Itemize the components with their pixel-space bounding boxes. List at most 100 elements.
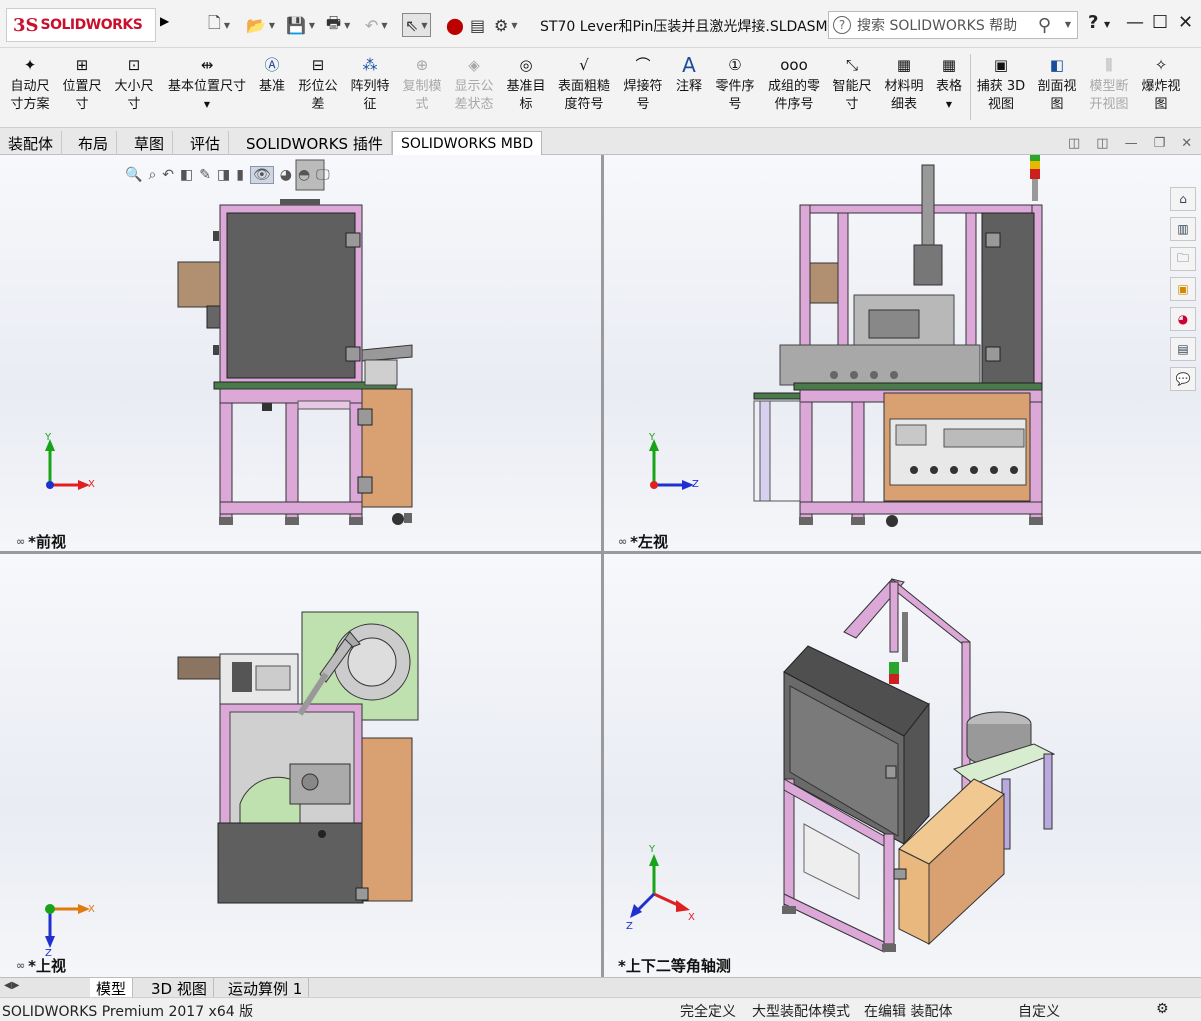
next-icon[interactable]: ◫ — [1096, 136, 1108, 151]
help-dropdown-icon[interactable]: ▼ — [1104, 20, 1110, 29]
viewport-trimetric[interactable]: Y X Z *上下二等角轴测 — [604, 554, 1201, 977]
minimize-window-icon[interactable]: — — [1126, 12, 1144, 33]
minimize-doc-icon[interactable]: — — [1125, 136, 1138, 151]
pattern-feature-button[interactable]: ⁂ 阵列特 征 — [346, 54, 394, 114]
document-title: ST70 Lever和Pin压装并且激光焊接.SLDASM * — [540, 19, 840, 35]
apply-scene-icon[interactable]: ◓ — [298, 167, 310, 183]
display-style-icon[interactable]: ▮ — [236, 167, 244, 183]
close-doc-icon[interactable]: ✕ — [1181, 136, 1192, 151]
front-view-model[interactable]: Y X — [0, 155, 601, 551]
previous-icon[interactable]: ◫ — [1068, 136, 1080, 151]
edit-appearance-icon[interactable]: ◕ — [280, 167, 292, 183]
copy-scheme-button[interactable]: ⊕ 复制模 式 — [398, 54, 446, 114]
geometric-tolerance-button[interactable]: ⊟ 形位公 差 — [294, 54, 342, 114]
tab-solidworks-mbd[interactable]: SOLIDWORKS MBD — [392, 131, 543, 156]
section-view-icon[interactable]: ◧ — [180, 167, 193, 183]
tab-evaluate[interactable]: 评估 — [182, 131, 230, 155]
table-button[interactable]: ▦ 表格 ▼ — [930, 54, 968, 114]
tab-solidworks-addins[interactable]: SOLIDWORKS 插件 — [238, 131, 392, 155]
view-settings-icon[interactable]: 🖵 — [316, 167, 330, 183]
units-selector[interactable]: 自定义 — [1018, 1001, 1060, 1021]
hide-show-items-icon[interactable]: 👁 — [249, 166, 274, 184]
help-menu-button[interactable]: ? — [1088, 12, 1098, 33]
options-gear-icon[interactable]: ⚙ ▼ — [494, 13, 518, 37]
heads-up-view-toolbar: 🔍 ⌕ ↶ ◧ ✎ ◨ ▮ 👁 ◕ ◓ 🖵 — [125, 163, 330, 187]
datum-button[interactable]: Ⓐ 基准 — [254, 54, 290, 96]
tab-motion-study[interactable]: 运动算例 1 — [222, 978, 310, 998]
size-dimension-button[interactable]: ⊡ 大小尺 寸 — [110, 54, 158, 114]
tab-layout[interactable]: 布局 — [70, 131, 118, 155]
solidworks-logo[interactable]: 3S SOLIDWORKS — [6, 8, 156, 42]
datum-target-button[interactable]: ◎ 基准目 标 — [502, 54, 550, 114]
dropdown-arrow-icon[interactable]: ▼ — [204, 96, 210, 114]
tab-assembly[interactable]: 装配体 — [0, 131, 63, 155]
location-dimension-button[interactable]: ⊞ 位置尺 寸 — [58, 54, 106, 114]
show-tolerance-status-icon: ◈ — [468, 56, 480, 74]
traffic-light-icon[interactable]: ⬤ — [446, 13, 464, 37]
home-icon[interactable]: ⌂ — [1170, 187, 1196, 211]
save-icon[interactable]: 💾 ▼ — [286, 13, 315, 37]
capture-3d-view-button[interactable]: ▣ 捕获 3D 视图 — [974, 54, 1028, 114]
top-view-model[interactable]: X Z — [0, 554, 601, 977]
tab-model[interactable]: 模型 — [90, 978, 134, 998]
zoom-to-fit-icon[interactable]: 🔍 — [125, 167, 142, 183]
auto-dimension-button[interactable]: ✦ 自动尺 寸方案 — [6, 54, 54, 114]
appearances-icon[interactable]: ◕ — [1170, 307, 1196, 331]
view-palette-icon[interactable]: ▣ — [1170, 277, 1196, 301]
link-views-icon[interactable]: ∞ — [618, 535, 627, 548]
surface-finish-button[interactable]: √ 表面粗糙 度符号 — [554, 54, 614, 114]
search-help-box[interactable]: ? 搜索 SOLIDWORKS 帮助 ⚲ ▼ — [828, 11, 1078, 39]
model-break-view-button[interactable]: ⫼ 模型断 开视图 — [1084, 54, 1134, 114]
isometric-view-model[interactable]: Y X Z — [604, 554, 1201, 977]
show-tolerance-status-button[interactable]: ◈ 显示公 差状态 — [450, 54, 498, 114]
stacked-balloon-button[interactable]: ooo 成组的零 件序号 — [762, 54, 826, 114]
search-dropdown-icon[interactable]: ▼ — [1065, 20, 1071, 29]
forum-icon[interactable]: 💬 — [1170, 367, 1196, 391]
new-document-icon[interactable]: 🗋 ▼ — [208, 13, 230, 37]
graphics-area[interactable]: Y X 🔍 ⌕ ↶ ◧ ✎ ◨ ▮ 👁 ◕ ◓ 🖵 ∞ *前视 Y Z ∞ *左… — [0, 155, 1201, 977]
viewport-front[interactable]: Y X 🔍 ⌕ ↶ ◧ ✎ ◨ ▮ 👁 ◕ ◓ 🖵 ∞ *前视 — [0, 155, 601, 551]
previous-view-icon[interactable]: ↶ — [162, 167, 174, 183]
undo-icon[interactable]: ↶ ▼ — [365, 13, 388, 37]
menu-expand-icon[interactable]: ▶ — [160, 14, 169, 28]
link-views-icon[interactable]: ∞ — [16, 959, 25, 972]
left-view-model[interactable]: Y Z — [604, 155, 1201, 551]
exploded-view-button[interactable]: ✧ 爆炸视 图 — [1136, 54, 1186, 114]
viewport-splitter-horizontal[interactable] — [0, 551, 1201, 554]
file-properties-icon[interactable]: ▤ — [470, 13, 485, 37]
tab-3d-views[interactable]: 3D 视图 — [145, 978, 214, 998]
bill-of-materials-button[interactable]: ▦ 材料明 细表 — [880, 54, 928, 114]
tab-sketch[interactable]: 草图 — [126, 131, 174, 155]
open-folder-icon[interactable]: 📂 ▼ — [246, 13, 275, 37]
basic-location-dimension-button[interactable]: ⇹ 基本位置尺寸 ▼ — [162, 54, 252, 114]
viewport-label: ∞ *上视 — [16, 957, 67, 975]
table-dropdown-icon[interactable]: ▼ — [946, 96, 952, 114]
print-icon[interactable]: 🖶 ▼ — [326, 13, 350, 37]
axis-label-x: X — [88, 904, 95, 915]
link-views-icon[interactable]: ∞ — [16, 535, 25, 548]
select-pointer-icon[interactable]: ⇖ ▼ — [402, 13, 431, 37]
close-window-icon[interactable]: ✕ — [1178, 12, 1193, 33]
section-view-button[interactable]: ◧ 剖面视 图 — [1032, 54, 1082, 114]
custom-properties-icon[interactable]: ▤ — [1170, 337, 1196, 361]
ds-logo-mark: 3S — [13, 14, 39, 36]
view-orientation-icon[interactable]: ◨ — [217, 167, 230, 183]
viewport-splitter-vertical[interactable] — [601, 155, 604, 977]
restore-doc-icon[interactable]: ❐ — [1154, 136, 1166, 151]
viewport-top[interactable]: X Z ∞ *上视 — [0, 554, 601, 977]
search-input[interactable]: 搜索 SOLIDWORKS 帮助 — [857, 15, 1017, 35]
note-button[interactable]: A 注释 — [670, 54, 708, 96]
weld-symbol-button[interactable]: ⌒ 焊接符 号 — [618, 54, 668, 114]
restore-window-icon[interactable]: ☐ — [1152, 12, 1168, 33]
zoom-to-area-icon[interactable]: ⌕ — [148, 167, 156, 183]
rebuild-icon[interactable]: ⚙ — [1156, 1001, 1169, 1017]
design-library-icon[interactable]: ▥ — [1170, 217, 1196, 241]
scroll-tabs-icon[interactable]: ◀▶ — [4, 980, 19, 991]
search-icon[interactable]: ⚲ — [1038, 15, 1051, 36]
balloon-button[interactable]: ① 零件序 号 — [710, 54, 760, 114]
smart-dimension-button[interactable]: ⤡ 智能尺 寸 — [828, 54, 876, 114]
axis-label-z: Z — [692, 479, 699, 490]
dynamic-annotation-icon[interactable]: ✎ — [199, 167, 211, 183]
file-explorer-icon[interactable]: 🗀 — [1170, 247, 1196, 271]
viewport-left[interactable]: Y Z ∞ *左视 — [604, 155, 1201, 551]
